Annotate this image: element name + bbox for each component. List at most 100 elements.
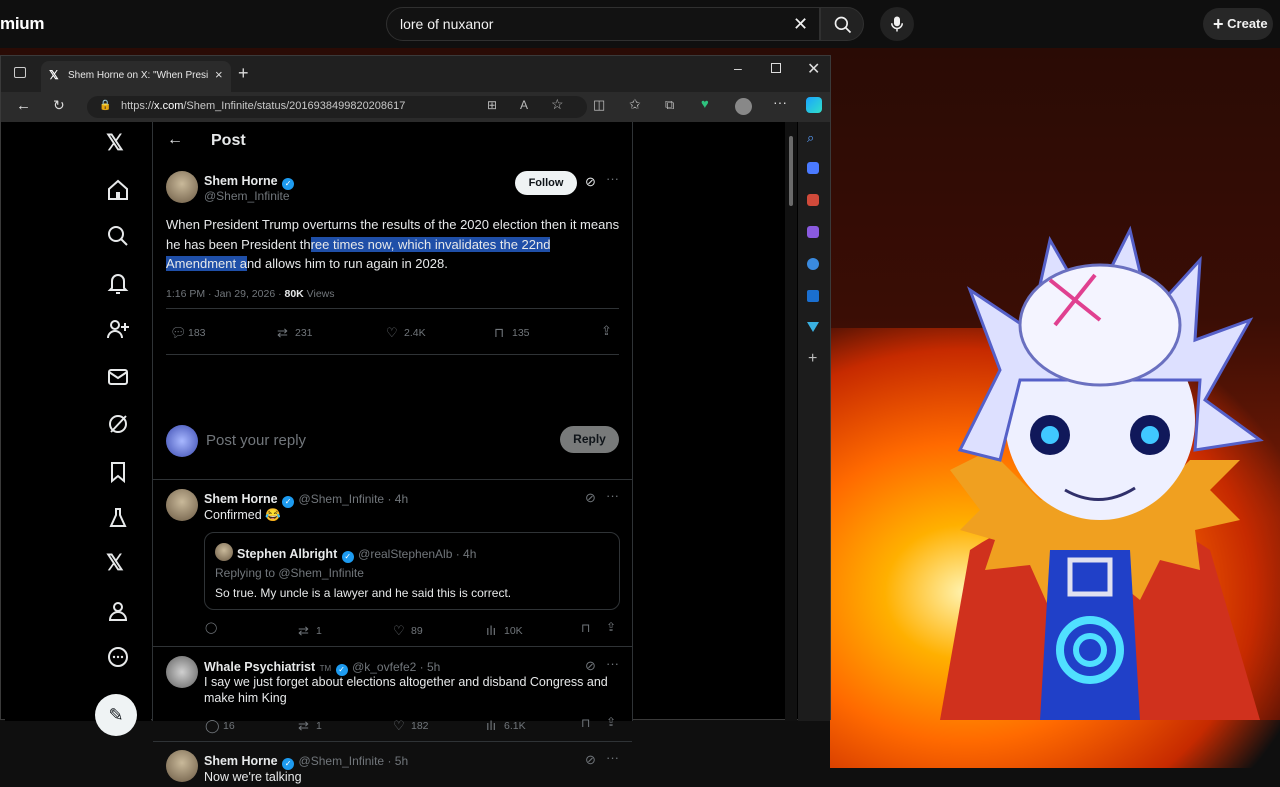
sidebar-shopping-icon[interactable]: [807, 162, 819, 174]
back-arrow-icon[interactable]: ←: [167, 131, 183, 149]
youtube-logo-text[interactable]: mium: [0, 14, 44, 34]
reply-author-handle[interactable]: @k_ovfefe2 · 5h: [352, 660, 440, 674]
back-icon[interactable]: ←: [16, 97, 31, 114]
grok-icon[interactable]: [106, 412, 130, 436]
grok-post-icon[interactable]: ⊘: [585, 174, 596, 190]
favorites-icon[interactable]: ✩: [629, 96, 641, 113]
reply-input[interactable]: Post your reply: [206, 432, 306, 449]
create-button[interactable]: + Create: [1203, 8, 1273, 40]
new-tab-icon[interactable]: +: [238, 63, 249, 84]
youtube-search-button[interactable]: [820, 7, 864, 41]
quoted-post[interactable]: Stephen Albright ✓ @realStephenAlb · 4h …: [204, 532, 620, 610]
youtube-search-input[interactable]: lore of nuxanor: [400, 16, 493, 32]
refresh-icon[interactable]: ↻: [53, 97, 65, 114]
voice-search-button[interactable]: [880, 7, 914, 41]
repost-icon: ⇄: [298, 718, 309, 733]
reply-button[interactable]: Reply: [560, 426, 619, 453]
reply-action[interactable]: 💬︎183: [170, 325, 206, 341]
divider: [153, 479, 632, 480]
copilot-icon[interactable]: [806, 97, 822, 113]
views-action[interactable]: ılı 10K: [486, 623, 523, 638]
reply-author-name[interactable]: Whale Psychiatrist: [204, 660, 315, 674]
share-icon[interactable]: ⇪: [606, 620, 616, 634]
premium-x-icon[interactable]: 𝕏: [106, 550, 130, 575]
minimize-icon[interactable]: –: [734, 60, 742, 76]
compose-post-button[interactable]: ✎: [95, 694, 137, 736]
like-action[interactable]: ♡ 2.4K: [386, 325, 426, 341]
maximize-icon[interactable]: [771, 63, 781, 73]
post-more-icon[interactable]: ···: [606, 171, 619, 186]
sidebar-outlook-icon[interactable]: [807, 290, 819, 302]
scrollbar-thumb[interactable]: [789, 136, 793, 206]
browser-tab[interactable]: 𝕏 Shem Horne on X: "When Presid ×: [41, 61, 231, 92]
grok-post-icon[interactable]: ⊘: [585, 490, 596, 506]
like-action[interactable]: ♡ 182: [393, 718, 429, 734]
reply-action[interactable]: ◯ 16: [205, 718, 235, 734]
reply-author-name[interactable]: Shem Horne: [204, 492, 278, 506]
youtube-search-box[interactable]: lore of nuxanor ✕: [386, 7, 820, 41]
sidebar-add-icon[interactable]: +: [808, 350, 817, 368]
messages-envelope-icon[interactable]: [106, 365, 130, 389]
notifications-bell-icon[interactable]: [106, 271, 130, 295]
profile-avatar[interactable]: [735, 98, 752, 115]
browser-essentials-icon[interactable]: ♥: [701, 96, 709, 111]
bookmark-action[interactable]: ⊓ 135: [494, 325, 530, 341]
sidebar-games-icon[interactable]: [807, 226, 819, 238]
follow-people-icon[interactable]: [106, 317, 130, 341]
favorite-star-icon[interactable]: ☆: [551, 96, 564, 113]
grok-post-icon[interactable]: ⊘: [585, 658, 596, 674]
reply-author-handle[interactable]: @Shem_Infinite · 5h: [299, 754, 409, 768]
page-scrollbar[interactable]: [785, 122, 797, 721]
repost-action[interactable]: ⇄ 231: [277, 325, 313, 341]
like-action[interactable]: ♡ 89: [393, 623, 423, 639]
reply-author-name[interactable]: Shem Horne: [204, 754, 278, 768]
jobs-flask-icon[interactable]: [106, 506, 130, 530]
reply-avatar[interactable]: [166, 489, 198, 521]
clear-search-icon[interactable]: ✕: [793, 14, 808, 35]
reply-more-icon[interactable]: ···: [606, 488, 619, 503]
trademark-label: TM: [319, 664, 332, 673]
collections-icon[interactable]: ⧉: [665, 97, 674, 113]
close-tab-icon[interactable]: ×: [215, 67, 223, 82]
views-action[interactable]: ılı 6.1K: [486, 718, 526, 733]
author-handle[interactable]: @Shem_Infinite: [204, 189, 290, 203]
profile-icon[interactable]: [106, 599, 130, 623]
tab-actions-icon[interactable]: [14, 67, 26, 78]
share-icon[interactable]: ⇪: [606, 715, 616, 729]
grok-post-icon[interactable]: ⊘: [585, 752, 596, 768]
address-bar: ← ↻ 🔒 https://x.com/Shem_Infinite/status…: [1, 92, 830, 122]
split-screen-icon[interactable]: ◫: [593, 97, 605, 113]
post-text: When President Trump overturns the resul…: [166, 215, 621, 274]
my-avatar[interactable]: [166, 425, 198, 457]
bookmark-icon[interactable]: ⊓: [581, 621, 590, 635]
share-icon[interactable]: ⇪: [601, 323, 612, 339]
reply-avatar[interactable]: [166, 750, 198, 782]
repost-action[interactable]: ⇄ 1: [298, 623, 322, 639]
sidebar-search-icon[interactable]: ⌕: [807, 130, 814, 146]
bookmarks-icon[interactable]: [106, 460, 130, 484]
repost-action[interactable]: ⇄ 1: [298, 718, 322, 734]
sidebar-tools-icon[interactable]: [807, 194, 819, 206]
url-field[interactable]: 🔒 https://x.com/Shem_Infinite/status/201…: [87, 96, 587, 118]
reply-more-icon[interactable]: ···: [606, 656, 619, 671]
follow-button[interactable]: Follow: [515, 171, 577, 195]
app-available-icon[interactable]: ⊞: [487, 98, 497, 112]
quoted-text: So true. My uncle is a lawyer and he sai…: [215, 586, 512, 600]
more-options-icon[interactable]: [106, 645, 130, 669]
reply-icon[interactable]: ◯: [205, 621, 217, 634]
search-icon[interactable]: [106, 224, 130, 248]
home-icon[interactable]: [106, 178, 130, 202]
author-avatar[interactable]: [166, 171, 198, 203]
sidebar-copilot-icon[interactable]: [807, 258, 819, 270]
more-menu-icon[interactable]: ···: [773, 94, 787, 110]
close-window-icon[interactable]: ✕: [807, 59, 820, 79]
bookmark-icon[interactable]: ⊓: [581, 716, 590, 730]
reply-author-handle[interactable]: @Shem_Infinite · 4h: [299, 492, 409, 506]
reply-avatar[interactable]: [166, 656, 198, 688]
sidebar-drop-icon[interactable]: [807, 322, 819, 332]
post-timestamp[interactable]: 1:16 PM · Jan 29, 2026 ·: [166, 288, 284, 300]
x-logo-icon[interactable]: 𝕏: [106, 130, 130, 155]
author-name[interactable]: Shem Horne: [204, 174, 278, 188]
read-aloud-icon[interactable]: A: [520, 98, 528, 112]
reply-more-icon[interactable]: ···: [606, 750, 619, 765]
